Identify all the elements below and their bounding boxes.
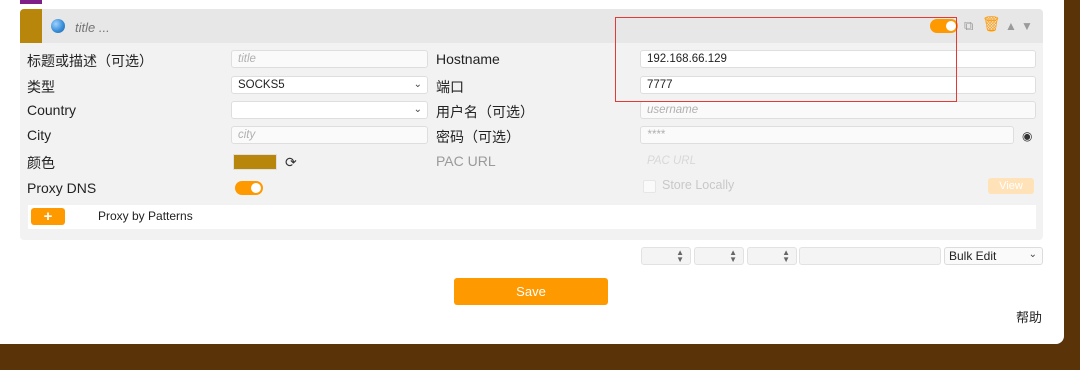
chevron-down-icon: ⌄ [413,104,422,115]
header-title-input[interactable] [75,17,375,37]
chevron-down-icon: ⌄ [1028,249,1037,260]
username-field[interactable]: username [640,101,1036,119]
help-link[interactable]: 帮助 [1016,307,1042,326]
bulk-edit-select[interactable]: Bulk Edit ⌄ [944,247,1043,265]
move-up-icon[interactable]: ▲ [1005,18,1017,34]
bulk-edit-value: Bulk Edit [949,249,997,263]
spin-box-2[interactable]: ▲ ▼ [694,247,744,265]
color-swatch[interactable] [233,154,277,170]
top-accent [20,0,42,4]
trash-icon[interactable]: 🗑 [982,17,1001,33]
type-select[interactable]: SOCKS5 ⌄ [231,76,428,94]
pac-url-label: PAC URL [436,153,496,169]
move-down-icon[interactable]: ▼ [1021,18,1033,34]
proxy-by-patterns-label: Proxy by Patterns [98,209,193,223]
store-locally-checkbox[interactable] [643,180,656,193]
highlight-box [615,17,957,102]
password-label: 密码（可选） [436,129,520,145]
pattern-row: + Proxy by Patterns [28,205,1036,229]
hostname-label: Hostname [436,51,500,67]
password-field[interactable]: **** [640,126,1014,144]
bulk-text-field[interactable] [799,247,941,265]
pac-url-field[interactable]: PAC URL [640,152,1036,170]
type-select-value: SOCKS5 [238,79,285,91]
city-field[interactable]: city [231,126,428,144]
save-button[interactable]: Save [454,278,608,305]
add-pattern-button[interactable]: + [31,208,65,225]
proxy-dns-toggle[interactable] [235,181,263,195]
view-button[interactable]: View [988,178,1034,194]
globe-icon [51,19,65,33]
port-label: 端口 [436,79,464,95]
chevron-down-icon: ⌄ [413,79,422,90]
proxy-editor-panel: ⧉ 🗑 ▲ ▼ 标题或描述（可选） 类型 Country City 颜色 Pro… [0,0,1064,344]
proxy-color-tab [20,9,42,43]
country-select[interactable]: ⌄ [231,101,428,119]
spin-box-3[interactable]: ▲ ▼ [747,247,797,265]
store-locally-label: Store Locally [662,178,735,192]
username-label: 用户名（可选） [436,104,534,120]
stepper-icon: ▲ ▼ [782,248,790,264]
copy-icon[interactable]: ⧉ [964,18,973,34]
title-field[interactable]: title [231,50,428,68]
color-label: 颜色 [27,155,55,171]
spin-box-1[interactable]: ▲ ▼ [641,247,691,265]
country-label: Country [27,102,77,118]
refresh-icon[interactable]: ⟳ [285,154,297,171]
stepper-icon: ▲ ▼ [729,248,737,264]
stepper-icon: ▲ ▼ [676,248,684,264]
proxy-dns-label: Proxy DNS [27,180,97,196]
title-label: 标题或描述（可选） [27,53,153,69]
city-label: City [27,127,52,143]
type-label: 类型 [27,79,55,95]
eye-icon[interactable]: ◉ [1022,128,1032,144]
